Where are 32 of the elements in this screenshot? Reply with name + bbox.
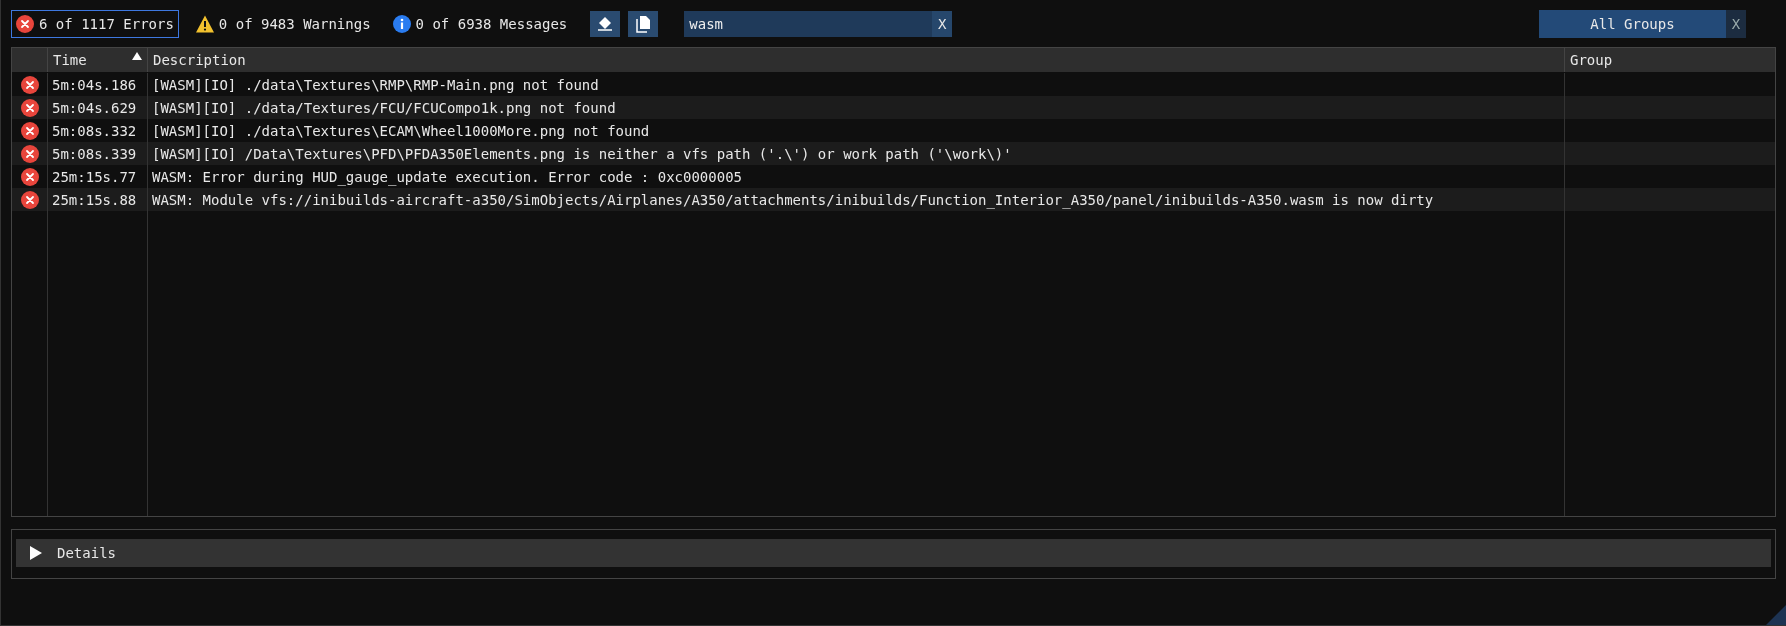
column-header[interactable]: Time bbox=[48, 48, 148, 72]
warning-filter-toggle[interactable]: 0 of 9483 Warnings bbox=[190, 10, 376, 38]
resize-grip-icon[interactable] bbox=[1766, 605, 1786, 625]
warning-icon bbox=[195, 15, 214, 33]
info-icon bbox=[392, 15, 411, 33]
description-cell: [WASM][IO] /Data\Textures\PFD\PFDA350Elements.png is neither a vfs path ('.\') or work path ('\work\)' bbox=[148, 142, 1565, 165]
time-cell: 5m:04s.629 bbox=[48, 96, 148, 119]
column-header[interactable]: Group bbox=[1565, 48, 1775, 72]
error-filter-toggle[interactable]: 6 of 1117 Errors bbox=[11, 10, 179, 38]
clear-button[interactable] bbox=[590, 11, 621, 37]
details-toggle[interactable]: Details bbox=[16, 539, 1771, 567]
caret-right-icon bbox=[29, 546, 43, 560]
description-cell: WASM: Module vfs://inibuilds-aircraft-a350/SimObjects/Airplanes/A350/attachments/inibuilds/Function_Interior_A350/panel/inibuilds-A350.wasm is now dirty bbox=[148, 188, 1565, 211]
error-icon bbox=[16, 15, 34, 33]
error-icon bbox=[20, 121, 39, 140]
error-icon bbox=[20, 75, 39, 94]
copy-icon bbox=[634, 15, 653, 33]
error-icon bbox=[20, 144, 39, 163]
group-dropdown[interactable]: All Groups bbox=[1539, 10, 1726, 38]
clear-group-button[interactable]: X bbox=[1726, 10, 1746, 38]
copy-button[interactable] bbox=[628, 11, 659, 37]
clear-search-button[interactable]: X bbox=[932, 11, 953, 37]
info-filter-toggle[interactable]: 0 of 6938 Messages bbox=[387, 10, 573, 38]
search-field[interactable]: wasm X bbox=[684, 11, 953, 37]
time-cell: 5m:08s.339 bbox=[48, 142, 148, 165]
error-icon bbox=[20, 98, 39, 117]
error-icon bbox=[20, 190, 39, 209]
time-cell: 25m:15s.88 bbox=[48, 188, 148, 211]
column-header[interactable]: Description bbox=[148, 48, 1565, 72]
description-cell: [WASM][IO] ./data/Textures/FCU/FCUCompo1k.png not found bbox=[148, 96, 1565, 119]
error-icon bbox=[20, 167, 39, 186]
eraser-icon bbox=[596, 15, 615, 33]
